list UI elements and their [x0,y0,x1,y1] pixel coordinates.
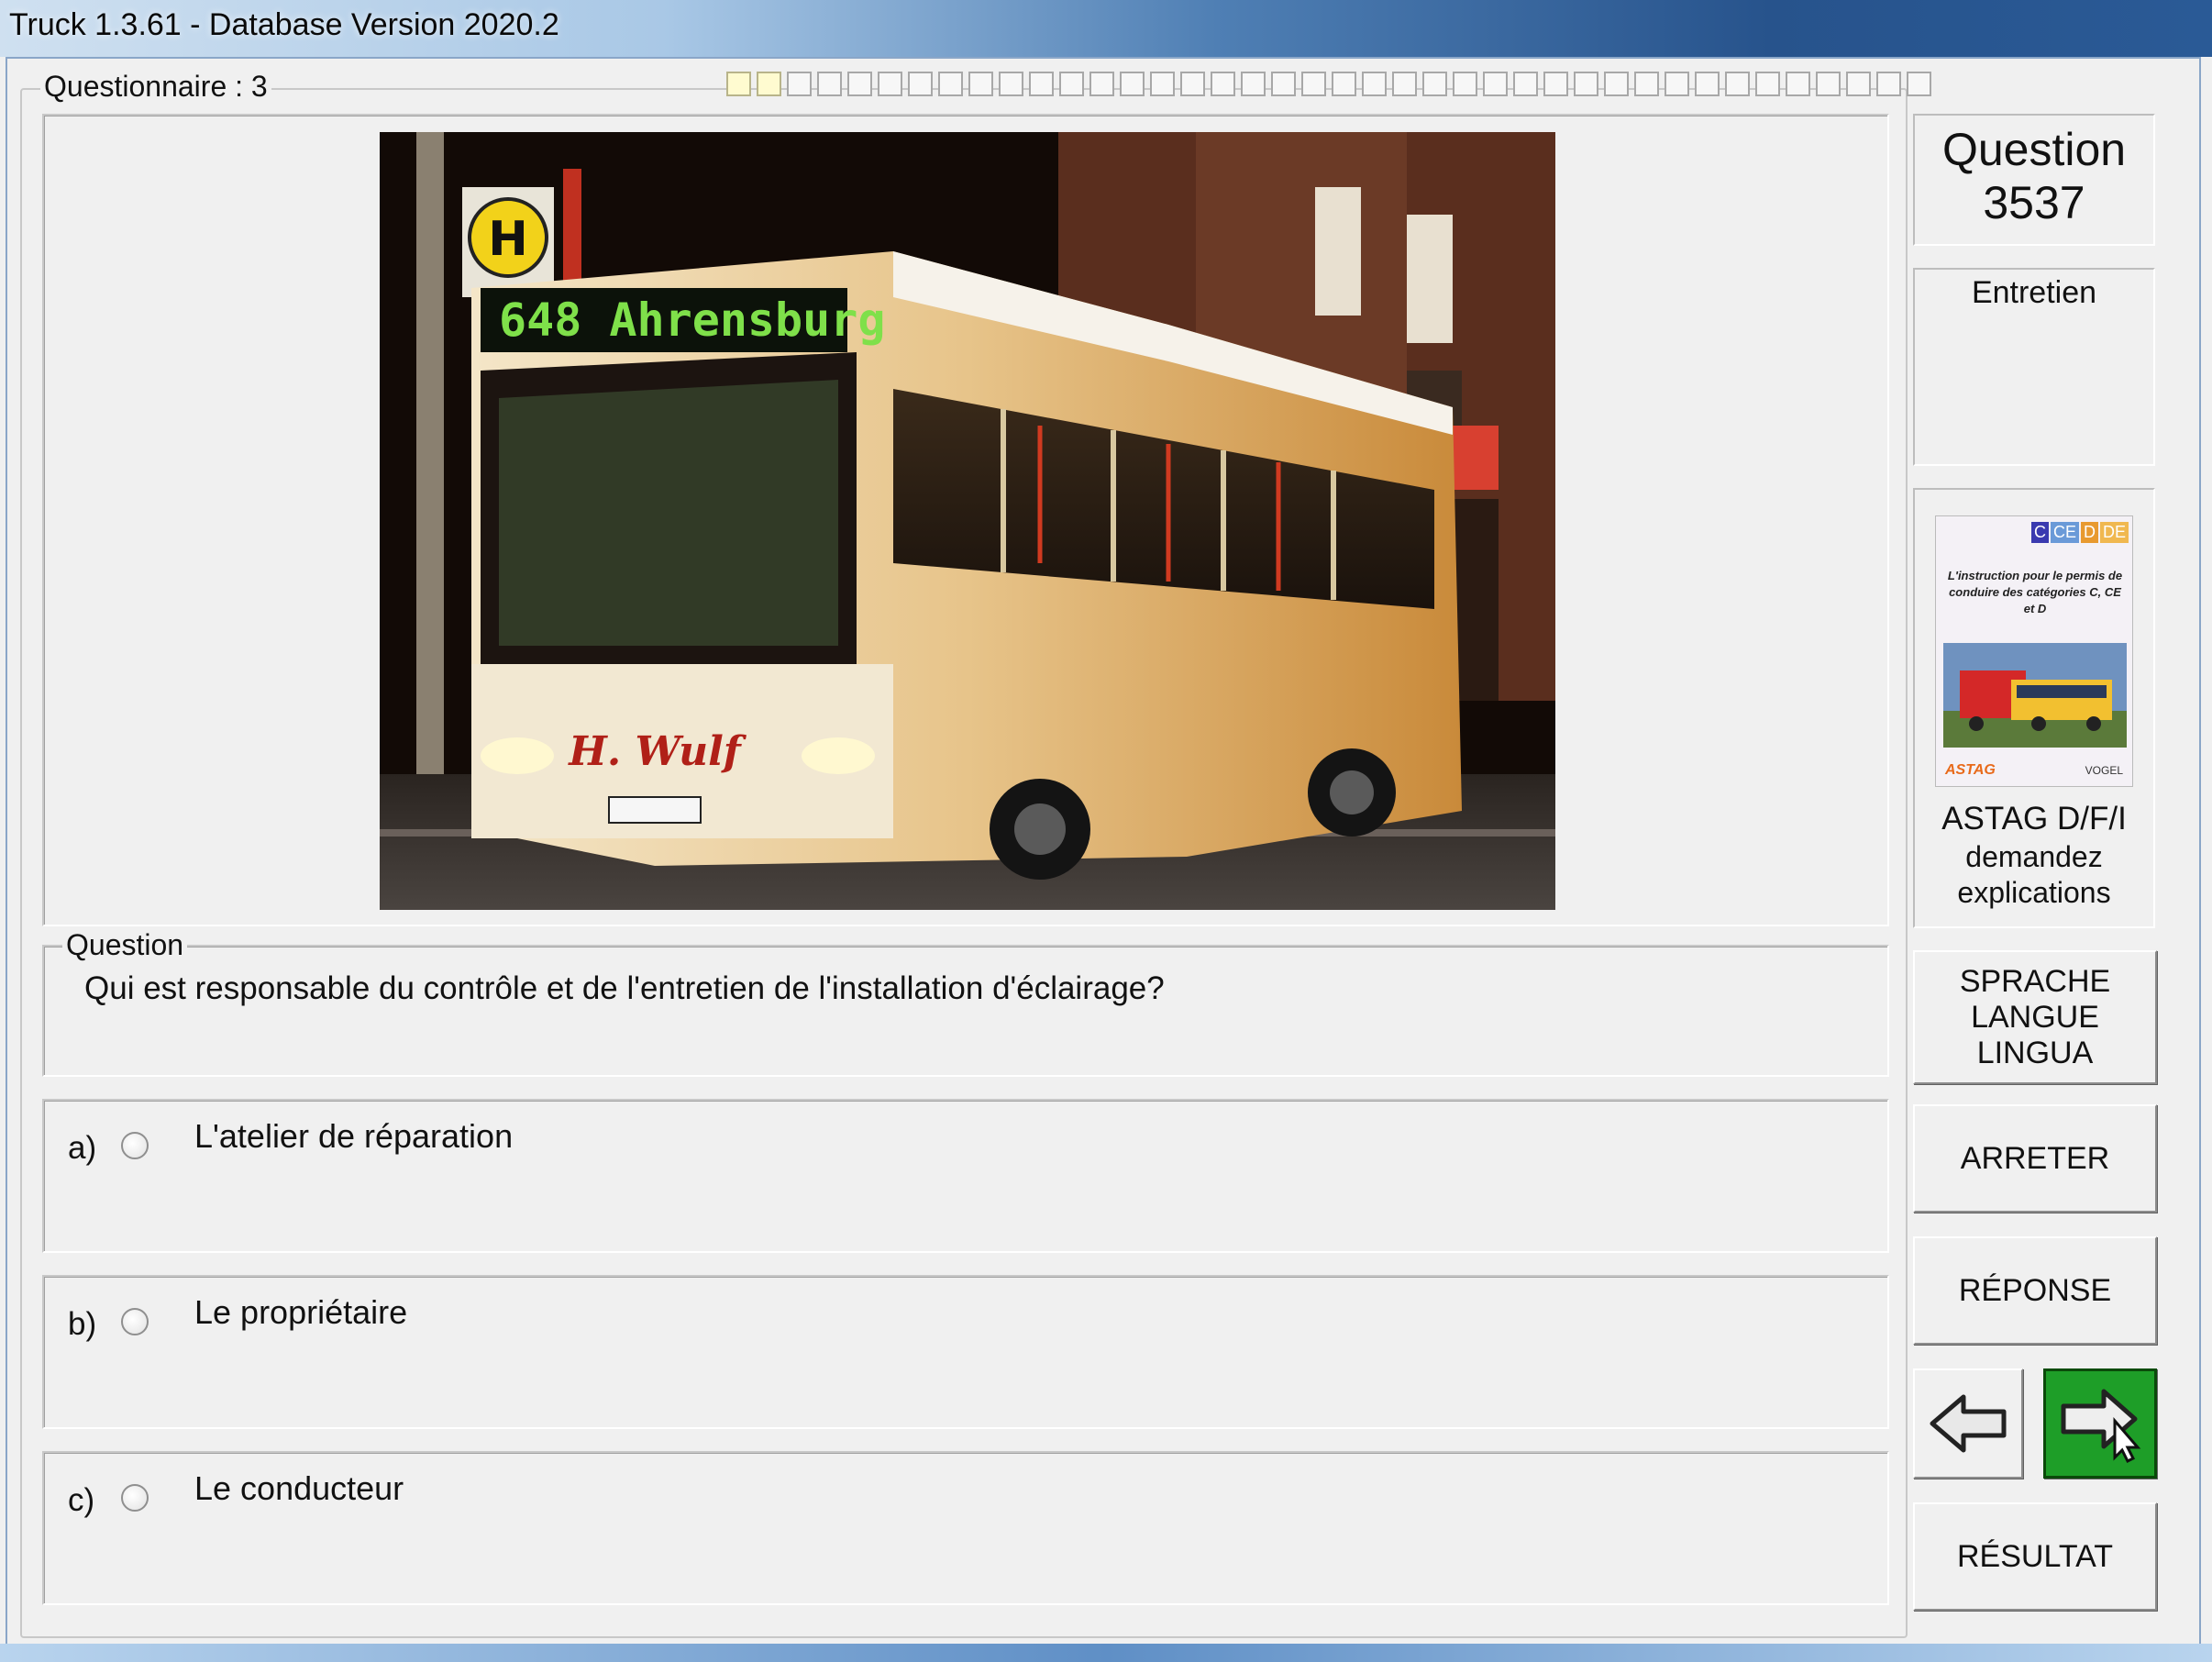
question-group-label: Question [62,928,188,962]
progress-cell [1574,72,1598,96]
book-tag-d: D [2080,522,2098,543]
answer-c-letter: c) [68,1482,95,1518]
progress-cell [1150,72,1175,96]
book-tag-de: DE [2099,522,2129,543]
progress-cell [1695,72,1720,96]
book-category-tags: C CE D DE [2030,522,2129,543]
progress-cell [1180,72,1205,96]
answer-a-letter: a) [68,1130,97,1166]
progress-cell [1332,72,1356,96]
stop-button[interactable]: ARRETER [1913,1104,2157,1213]
destination-sign: 648 Ahrensburg [499,294,885,347]
progress-cell [1089,72,1114,96]
progress-cell [1029,72,1054,96]
window-title: Truck 1.3.61 - Database Version 2020.2 [9,7,559,42]
progress-cell [1786,72,1810,96]
progress-cell [726,72,751,96]
book-brand-left: ASTAG [1945,762,1996,778]
answer-a-radio[interactable] [121,1132,149,1159]
progress-cell [1907,72,1931,96]
progress-cell [1604,72,1629,96]
question-text: Qui est responsable du contrôle et de l'… [84,970,1165,1006]
language-button[interactable]: SPRACHE LANGUE LINGUA [1913,950,2157,1084]
stop-button-label: ARRETER [1960,1140,2110,1176]
progress-cell [817,72,842,96]
next-button[interactable] [2043,1368,2157,1479]
progress-cell [1846,72,1871,96]
result-button-label: RÉSULTAT [1956,1538,2114,1574]
progress-cell [1543,72,1568,96]
bus-company-name: H. Wulf [567,728,747,775]
progress-bar [726,72,1931,99]
language-line-1: SPRACHE [1959,963,2111,999]
question-number-label: Question [1941,124,2127,175]
answer-button[interactable]: RÉPONSE [1913,1236,2157,1345]
language-line-2: LANGUE [1971,999,2099,1035]
questionnaire-label: Questionnaire : 3 [40,70,271,104]
progress-cell [1634,72,1659,96]
category-box: Entretien [1913,268,2155,466]
progress-cell [1422,72,1447,96]
progress-cell [1453,72,1477,96]
progress-cell [968,72,993,96]
previous-button[interactable] [1913,1368,2023,1479]
progress-cell [787,72,812,96]
book-publisher[interactable]: ASTAG D/F/I [1913,800,2155,838]
progress-cell [999,72,1023,96]
book-cover-image[interactable]: C CE D DE L'instruction pour le permis d… [1935,515,2133,787]
progress-cell [1241,72,1266,96]
title-bar: Truck 1.3.61 - Database Version 2020.2 [0,0,2212,57]
progress-cell [1513,72,1538,96]
question-number-box: Question 3537 [1913,114,2155,246]
book-tag-ce: CE [2050,522,2079,543]
progress-cell [938,72,963,96]
answer-b-radio[interactable] [121,1308,149,1335]
progress-cell [908,72,933,96]
progress-cell [1816,72,1841,96]
book-brand-right: VOGEL [2085,764,2123,777]
language-line-3: LINGUA [1976,1035,2094,1070]
progress-cell [1755,72,1780,96]
progress-cell [1211,72,1235,96]
progress-cell [1120,72,1145,96]
answer-b-text[interactable]: Le propriétaire [194,1293,407,1332]
book-hint-line1[interactable]: demandez [1913,838,2155,875]
question-number: 3537 [1983,177,2085,228]
book-trucks-illustration [1943,643,2127,748]
question-category: Entretien [1971,275,2097,310]
question-panel [42,945,1889,1077]
progress-cell [1271,72,1296,96]
answer-a-text[interactable]: L'atelier de réparation [194,1117,513,1156]
answer-c-text[interactable]: Le conducteur [194,1469,404,1508]
answer-button-label: RÉPONSE [1958,1272,2112,1308]
progress-cell [878,72,902,96]
arrow-right-icon [2061,1389,2141,1463]
book-caption: L'instruction pour le permis de conduire… [1947,569,2123,615]
book-text[interactable]: ASTAG D/F/I demandez explications [1913,800,2155,910]
answer-b-letter: b) [68,1306,97,1342]
progress-cell [1725,72,1750,96]
arrow-left-icon [1930,1394,2007,1453]
window-bottom-border [0,1644,2212,1662]
progress-cell [1876,72,1901,96]
question-image: H 648 Ahrensburg H. Wulf [380,132,1555,910]
progress-cell [1059,72,1084,96]
progress-cell [1392,72,1417,96]
progress-cell [757,72,781,96]
stop-sign-letter: H [488,212,528,267]
book-tag-c: C [2030,522,2049,543]
bus-photo: H 648 Ahrensburg H. Wulf [380,132,1555,910]
progress-cell [847,72,872,96]
progress-cell [1665,72,1689,96]
book-hint-line2[interactable]: explications [1913,875,2155,910]
progress-cell [1483,72,1508,96]
result-button[interactable]: RÉSULTAT [1913,1502,2157,1611]
progress-cell [1362,72,1387,96]
progress-cell [1301,72,1326,96]
answer-c-radio[interactable] [121,1484,149,1512]
